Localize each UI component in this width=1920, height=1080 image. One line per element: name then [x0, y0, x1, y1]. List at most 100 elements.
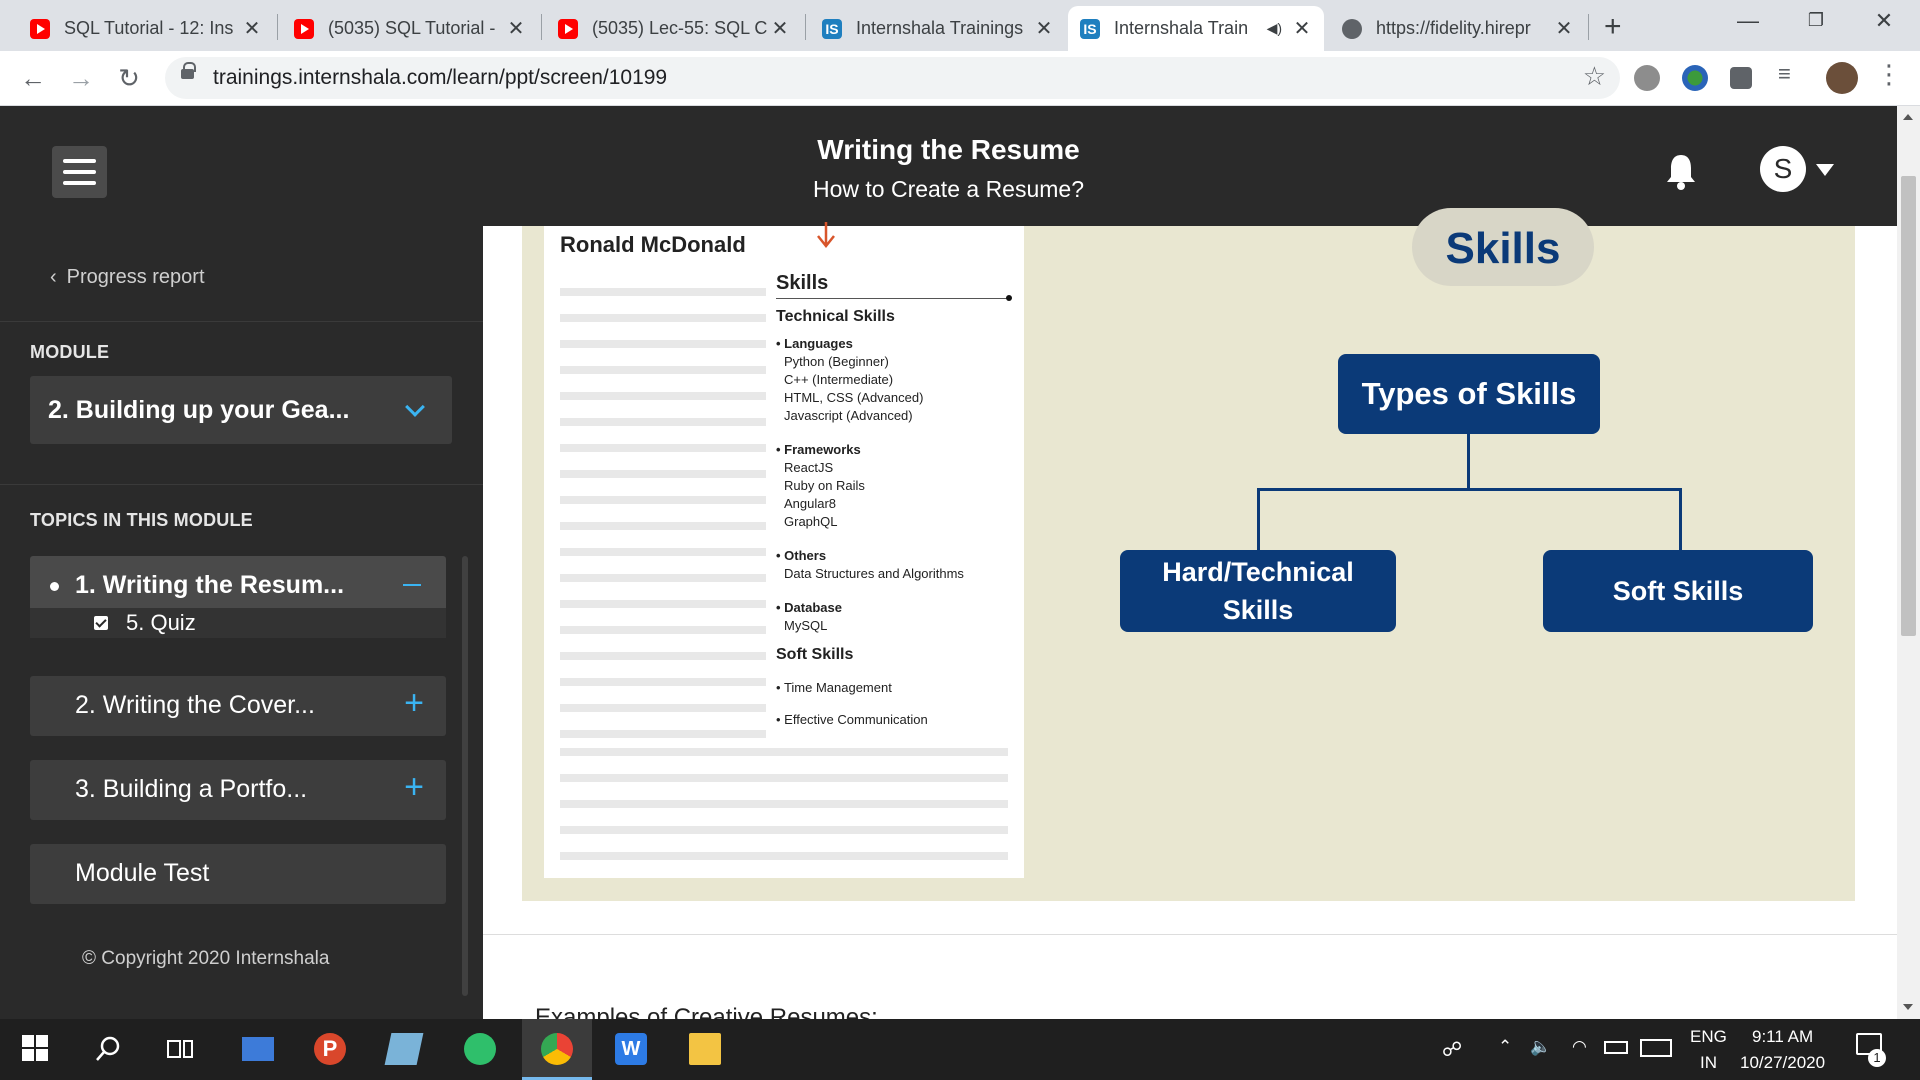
people-icon[interactable]: ☍: [1442, 1037, 1462, 1062]
back-arrow-icon[interactable]: ←: [16, 61, 50, 95]
clock-date[interactable]: 10/27/2020: [1740, 1053, 1825, 1073]
site-header: Writing the Resume How to Create a Resum…: [0, 106, 1897, 226]
new-tab-plus-icon[interactable]: +: [1604, 10, 1622, 44]
media-queue-icon[interactable]: ≡: [1778, 61, 1804, 87]
expand-plus-icon[interactable]: +: [404, 684, 424, 723]
soft-skills-heading: Soft Skills: [776, 646, 854, 663]
framework-item: Angular8: [784, 496, 837, 511]
scroll-down-arrow-icon[interactable]: [1903, 1004, 1913, 1010]
close-tab-icon[interactable]: ✕: [1554, 16, 1574, 41]
placeholder-line: [560, 522, 766, 530]
placeholder-line: [560, 444, 766, 452]
topic-item-module-test[interactable]: Module Test: [30, 844, 446, 904]
bookmark-star-icon[interactable]: ☆: [1583, 61, 1606, 92]
p-app-icon[interactable]: P: [314, 1033, 346, 1065]
topic-item-portfolio[interactable]: 3. Building a Portfo... +: [30, 760, 446, 820]
android-studio-icon[interactable]: [464, 1033, 496, 1065]
sidebar-scrollbar[interactable]: [462, 556, 468, 996]
placeholder-line: [560, 574, 766, 582]
placeholder-line: [560, 704, 766, 712]
close-tab-icon[interactable]: ✕: [770, 16, 790, 41]
hard-skills-line2: Skills: [1222, 595, 1294, 625]
volume-icon[interactable]: 🔈: [1530, 1037, 1551, 1057]
keyboard-icon[interactable]: [1640, 1039, 1672, 1057]
tab-title: SQL Tutorial - 12: Ins: [64, 18, 234, 38]
topic-label: 2. Writing the Cover...: [75, 691, 315, 719]
module-dropdown[interactable]: 2. Building up your Gea...: [30, 376, 452, 444]
technical-skills-heading: Technical Skills: [776, 308, 895, 325]
others-item: Data Structures and Algorithms: [784, 566, 964, 581]
progress-report-link[interactable]: ‹ Progress report: [50, 266, 205, 289]
tray-chevron-up-icon[interactable]: ⌃: [1498, 1037, 1512, 1057]
page-scrollbar[interactable]: [1897, 106, 1920, 1019]
search-icon[interactable]: [92, 1033, 124, 1065]
url-text[interactable]: trainings.internshala.com/learn/ppt/scre…: [213, 66, 667, 90]
bug-extension-icon[interactable]: [1634, 65, 1660, 91]
browser-tab-3[interactable]: (5035) Lec-55: SQL C ✕: [546, 6, 802, 51]
current-bullet-icon: [50, 582, 59, 591]
topic-label: 1. Writing the Resum...: [75, 571, 345, 599]
collapse-minus-icon[interactable]: [403, 584, 421, 586]
chrome-icon[interactable]: [541, 1033, 573, 1065]
file-explorer-icon[interactable]: [689, 1033, 721, 1065]
extensions-puzzle-icon[interactable]: [1730, 67, 1752, 89]
browser-tab-6[interactable]: https://fidelity.hirepr ✕: [1330, 6, 1586, 51]
placeholder-line: [560, 314, 766, 322]
red-arrow-icon: [817, 222, 835, 248]
menu-kebab-icon[interactable]: ⋮: [1876, 59, 1902, 89]
wifi-icon[interactable]: ◠: [1572, 1037, 1587, 1057]
subtopic-item-quiz[interactable]: 5. Quiz: [30, 608, 446, 638]
minimize-icon[interactable]: —: [1728, 8, 1768, 34]
clock-time[interactable]: 9:11 AM: [1752, 1027, 1813, 1047]
wps-writer-icon[interactable]: W: [615, 1033, 647, 1065]
task-view-icon[interactable]: [164, 1033, 196, 1065]
address-bar[interactable]: trainings.internshala.com/learn/ppt/scre…: [165, 57, 1620, 99]
presentation-slide: Ronald McDonald Skills Technical Skills …: [522, 208, 1855, 901]
notepad-app-icon[interactable]: [384, 1033, 424, 1065]
close-tab-icon[interactable]: ✕: [242, 16, 262, 41]
browser-tab-5-active[interactable]: IS Internshala Train ◀) ✕: [1068, 6, 1324, 51]
tab-separator: [1588, 14, 1589, 40]
window-close-icon[interactable]: ✕: [1864, 8, 1904, 34]
reload-icon[interactable]: ↻: [112, 61, 146, 95]
topic-label: Module Test: [75, 859, 210, 887]
close-tab-icon[interactable]: ✕: [1034, 16, 1054, 41]
user-avatar[interactable]: S: [1760, 146, 1806, 192]
scrollbar-thumb[interactable]: [1901, 176, 1916, 636]
topic-item-cover-letter[interactable]: 2. Writing the Cover... +: [30, 676, 446, 736]
placeholder-line: [560, 626, 766, 634]
notification-bell-icon[interactable]: [1664, 152, 1698, 190]
region-indicator[interactable]: IN: [1700, 1053, 1717, 1073]
soft-skills-box: Soft Skills: [1543, 550, 1813, 632]
scroll-up-arrow-icon[interactable]: [1903, 114, 1913, 120]
youtube-icon: [558, 18, 578, 39]
browser-tab-2[interactable]: (5035) SQL Tutorial - ✕: [282, 6, 538, 51]
database-label: • Database: [776, 600, 842, 615]
browser-tab-4[interactable]: IS Internshala Trainings ✕: [810, 6, 1066, 51]
placeholder-line: [560, 288, 766, 296]
topic-item-writing-resume[interactable]: 1. Writing the Resum...: [30, 556, 446, 616]
profile-avatar-icon[interactable]: [1826, 62, 1858, 94]
resume-sample: Ronald McDonald Skills Technical Skills …: [544, 222, 1024, 878]
skills-rule-dot: [1006, 295, 1012, 301]
globe-extension-icon[interactable]: [1682, 65, 1708, 91]
user-menu-caret-icon[interactable]: [1816, 164, 1834, 176]
connector-line: [1257, 488, 1260, 550]
battery-icon[interactable]: [1604, 1041, 1628, 1054]
progress-report-label: Progress report: [66, 266, 205, 288]
restore-icon[interactable]: ❐: [1796, 10, 1836, 31]
pc-app-icon[interactable]: [242, 1037, 274, 1061]
close-tab-icon[interactable]: ✕: [1292, 16, 1312, 41]
frameworks-label-text: Frameworks: [784, 442, 861, 457]
internshala-icon: IS: [1080, 18, 1100, 39]
content-divider: [483, 934, 1897, 935]
topics-label: TOPICS IN THIS MODULE: [30, 510, 253, 530]
browser-tab-1[interactable]: SQL Tutorial - 12: Ins ✕: [18, 6, 274, 51]
close-tab-icon[interactable]: ✕: [506, 16, 526, 41]
tab-title: Internshala Train: [1114, 18, 1249, 38]
expand-plus-icon[interactable]: +: [404, 768, 424, 807]
forward-arrow-icon[interactable]: →: [64, 61, 98, 95]
windows-start-icon[interactable]: [22, 1035, 48, 1061]
speaker-icon[interactable]: ◀): [1267, 20, 1282, 37]
language-indicator[interactable]: ENG: [1690, 1027, 1727, 1047]
